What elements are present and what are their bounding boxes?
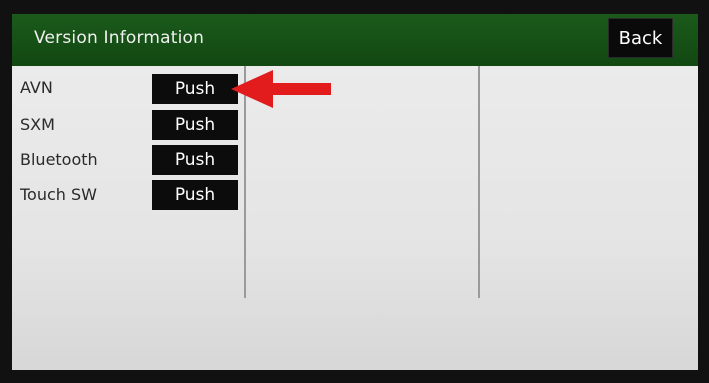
push-button-avn[interactable]: Push: [152, 74, 238, 104]
row-label-bluetooth: Bluetooth: [20, 150, 98, 169]
row-label-sxm: SXM: [20, 115, 55, 134]
red-arrow-icon: [231, 70, 331, 108]
push-button-touch-sw[interactable]: Push: [152, 180, 238, 210]
version-list: AVN Push SXM Push Bluetooth Push Touch S…: [12, 66, 698, 370]
header-bar: Version Information Back: [12, 14, 698, 66]
push-button-bluetooth[interactable]: Push: [152, 145, 238, 175]
page-title: Version Information: [34, 28, 205, 48]
row-label-avn: AVN: [20, 78, 53, 97]
display-screen: Version Information Back AVN Push SXM Pu…: [12, 14, 698, 370]
column-divider: [478, 66, 480, 298]
push-button-sxm[interactable]: Push: [152, 110, 238, 140]
row-label-touch-sw: Touch SW: [20, 185, 97, 204]
back-button[interactable]: Back: [608, 18, 673, 58]
